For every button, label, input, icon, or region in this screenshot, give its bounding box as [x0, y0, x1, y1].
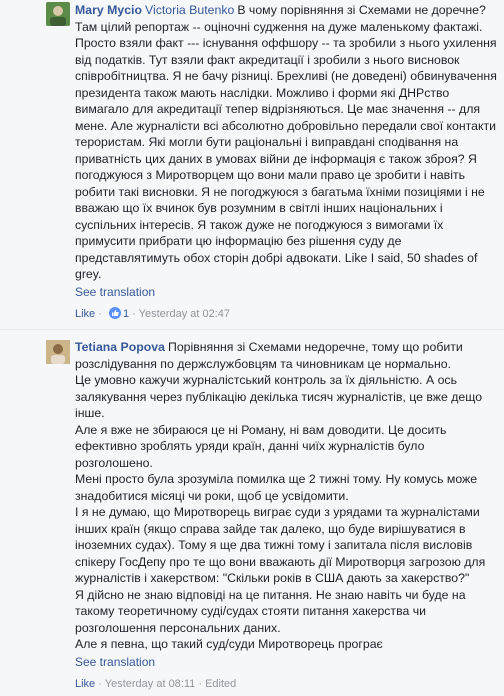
- avatar[interactable]: [46, 2, 70, 26]
- comment-paragraph: Мені просто була зрозуміла помилка ще 2 …: [75, 472, 478, 503]
- edited-label[interactable]: Edited: [205, 678, 236, 690]
- mention-link[interactable]: Victoria Butenko: [145, 3, 234, 17]
- like-link[interactable]: Like: [75, 678, 95, 690]
- comment: Tetiana Popova Порівняння зі Схемами недо…: [0, 329, 504, 696]
- comment-actions: Like · 1 · Yesterday at 02:47: [75, 306, 231, 320]
- comment-text: В чому порівняння зі Схемами не доречне?…: [75, 3, 497, 281]
- like-reaction-icon[interactable]: [108, 306, 121, 319]
- comment-paragraph: Я дійсно не знаю відповіді на це питання…: [75, 587, 466, 635]
- comment-paragraph: Tetiana Popova Порівняння зі Схемами недо…: [75, 339, 498, 372]
- like-link[interactable]: Like: [75, 308, 95, 320]
- comment: Mary Mycio Victoria Butenko В чому порівня…: [0, 0, 504, 329]
- comment-timestamp[interactable]: Yesterday at 08:11: [105, 678, 196, 690]
- comment-timestamp[interactable]: Yesterday at 02:47: [139, 308, 230, 320]
- see-translation-link[interactable]: See translation: [75, 653, 498, 671]
- like-count[interactable]: 1: [123, 308, 129, 320]
- comment-body: Tetiana Popova Порівняння зі Схемами недо…: [75, 332, 498, 653]
- comment-body: Mary Mycio Victoria Butenko В чому порівня…: [75, 2, 498, 283]
- comment-author[interactable]: Mary Mycio: [75, 3, 142, 17]
- comment-author[interactable]: Tetiana Popova: [75, 340, 165, 354]
- comment-paragraph: Але я певна, що такий суд/суди Миротворе…: [75, 637, 383, 651]
- comment-actions: Like · Yesterday at 08:11 · Edited: [75, 677, 237, 690]
- comment-paragraph: І я не думаю, що Миротворець виграє суди…: [75, 505, 486, 585]
- see-translation-link[interactable]: See translation: [75, 283, 498, 301]
- comment-paragraph: Але я вже не збираюся це ні Роману, ні в…: [75, 422, 447, 470]
- comment-paragraph: Це умовно кажучи журналістський контроль…: [75, 373, 483, 420]
- avatar[interactable]: [46, 340, 70, 364]
